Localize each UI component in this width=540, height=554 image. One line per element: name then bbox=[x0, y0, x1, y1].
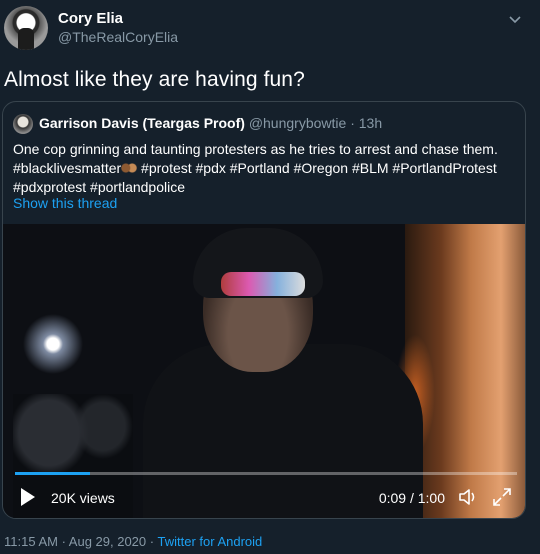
quoted-tweet-header: Garrison Davis (Teargas Proof) @hungrybo… bbox=[39, 115, 382, 131]
meta-separator: · bbox=[146, 534, 158, 549]
chevron-down-icon[interactable] bbox=[506, 10, 524, 28]
play-icon[interactable] bbox=[19, 487, 37, 507]
quoted-author-handle[interactable]: @hungrybowtie bbox=[249, 115, 347, 131]
author-handle[interactable]: @TheRealCoryElia bbox=[58, 29, 178, 45]
video-visor bbox=[221, 272, 305, 296]
tweet-text: Almost like they are having fun? bbox=[4, 68, 305, 91]
fullscreen-icon[interactable] bbox=[491, 486, 513, 508]
tweet-meta: 11:15 AM · Aug 29, 2020 · Twitter for An… bbox=[4, 534, 262, 549]
volume-icon[interactable] bbox=[457, 486, 479, 508]
show-thread-link[interactable]: Show this thread bbox=[13, 195, 117, 211]
quoted-tweet-card[interactable]: Garrison Davis (Teargas Proof) @hungrybo… bbox=[2, 101, 526, 519]
tweet-source[interactable]: Twitter for Android bbox=[157, 534, 262, 549]
quoted-author-name[interactable]: Garrison Davis (Teargas Proof) bbox=[39, 115, 245, 131]
video-progress-bar[interactable] bbox=[15, 472, 517, 475]
video-progress-fill bbox=[15, 472, 91, 475]
video-time: 0:09 / 1:00 bbox=[378, 490, 445, 506]
avatar-figure bbox=[18, 28, 34, 50]
author-name[interactable]: Cory Elia bbox=[58, 10, 123, 27]
quoted-author-avatar[interactable] bbox=[13, 114, 33, 134]
raised-fist-emoji bbox=[121, 161, 138, 175]
author-avatar[interactable] bbox=[4, 6, 48, 50]
video-street-light bbox=[23, 314, 83, 374]
separator-dot: · bbox=[350, 115, 359, 131]
quoted-tweet-text: One cop grinning and taunting protesters… bbox=[13, 140, 519, 197]
video-controls: 20K views 0:09 / 1:00 bbox=[3, 480, 525, 516]
view-count: 20K views bbox=[51, 490, 115, 506]
quoted-time-ago[interactable]: 13h bbox=[359, 115, 382, 131]
tweet-timestamp[interactable]: 11:15 AM · Aug 29, 2020 bbox=[4, 534, 146, 549]
video-player[interactable]: 20K views 0:09 / 1:00 bbox=[3, 224, 525, 518]
